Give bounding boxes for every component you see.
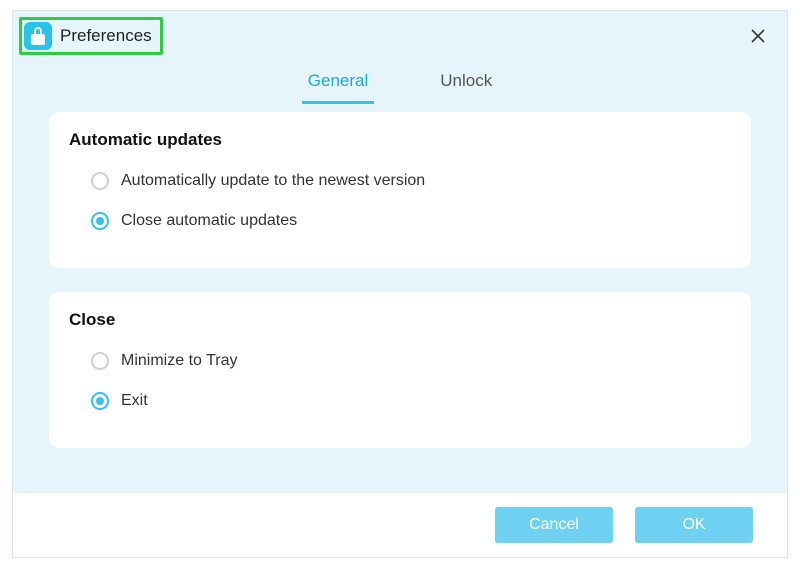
close-icon[interactable] bbox=[743, 21, 773, 51]
radio-icon bbox=[91, 352, 109, 370]
radio-icon bbox=[91, 172, 109, 190]
ok-button[interactable]: OK bbox=[635, 507, 753, 543]
option-label: Automatically update to the newest versi… bbox=[121, 172, 425, 190]
option-close-updates[interactable]: Close automatic updates bbox=[69, 206, 731, 236]
lock-icon bbox=[24, 22, 52, 50]
tab-general[interactable]: General bbox=[302, 67, 374, 104]
option-label: Minimize to Tray bbox=[121, 352, 237, 370]
option-minimize-tray[interactable]: Minimize to Tray bbox=[69, 346, 731, 376]
option-label: Exit bbox=[121, 392, 148, 410]
title-highlight-box: Preferences bbox=[19, 17, 163, 55]
option-auto-update[interactable]: Automatically update to the newest versi… bbox=[69, 166, 731, 196]
section-close: Close Minimize to Tray Exit bbox=[49, 292, 751, 448]
content-area: Automatic updates Automatically update t… bbox=[13, 104, 787, 448]
radio-icon bbox=[91, 212, 109, 230]
tab-unlock[interactable]: Unlock bbox=[434, 67, 498, 104]
preferences-window: Preferences General Unlock Automatic upd… bbox=[12, 10, 788, 558]
section-heading-close: Close bbox=[69, 310, 731, 330]
option-exit[interactable]: Exit bbox=[69, 386, 731, 416]
titlebar: Preferences bbox=[13, 11, 787, 61]
radio-icon bbox=[91, 392, 109, 410]
footer-bar: Cancel OK bbox=[13, 492, 787, 557]
section-automatic-updates: Automatic updates Automatically update t… bbox=[49, 112, 751, 268]
cancel-button[interactable]: Cancel bbox=[495, 507, 613, 543]
option-label: Close automatic updates bbox=[121, 212, 297, 230]
section-heading-updates: Automatic updates bbox=[69, 130, 731, 150]
window-title: Preferences bbox=[60, 26, 152, 46]
tab-bar: General Unlock bbox=[13, 61, 787, 104]
